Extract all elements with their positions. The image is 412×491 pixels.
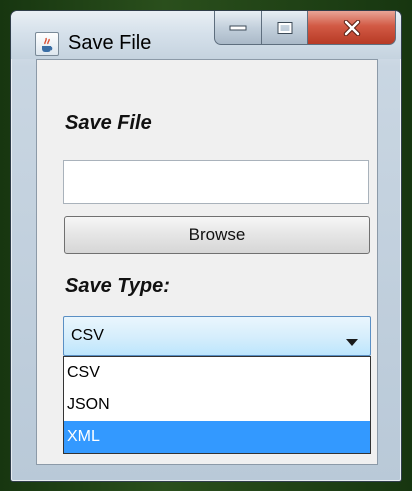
dialog-content: Save File Browse Save Type: CSV CSV JSON… <box>36 59 378 465</box>
save-file-heading: Save File <box>65 112 152 134</box>
save-type-heading: Save Type: <box>65 275 170 297</box>
maximize-button[interactable] <box>262 11 308 45</box>
minimize-icon <box>229 25 247 30</box>
browse-button[interactable]: Browse <box>64 216 370 254</box>
save-type-option-json[interactable]: JSON <box>64 389 370 421</box>
close-icon <box>343 19 360 36</box>
file-path-input[interactable] <box>63 160 369 204</box>
save-type-selected-value: CSV <box>71 327 104 344</box>
title-bar[interactable]: Save File <box>11 11 401 59</box>
save-type-option-csv[interactable]: CSV <box>64 357 370 389</box>
close-button[interactable] <box>308 11 396 45</box>
java-cup-icon <box>35 32 59 56</box>
save-type-dropdown[interactable]: CSV <box>63 316 371 356</box>
caption-buttons <box>214 11 398 47</box>
save-type-options-list: CSV JSON XML <box>63 356 371 454</box>
minimize-button[interactable] <box>214 11 262 45</box>
chevron-down-icon <box>346 333 358 351</box>
save-file-window: Save File Save File Browse Save Type: CS… <box>10 10 402 482</box>
save-type-option-xml[interactable]: XML <box>64 421 370 453</box>
window-title: Save File <box>68 32 152 54</box>
maximize-icon <box>277 21 292 34</box>
